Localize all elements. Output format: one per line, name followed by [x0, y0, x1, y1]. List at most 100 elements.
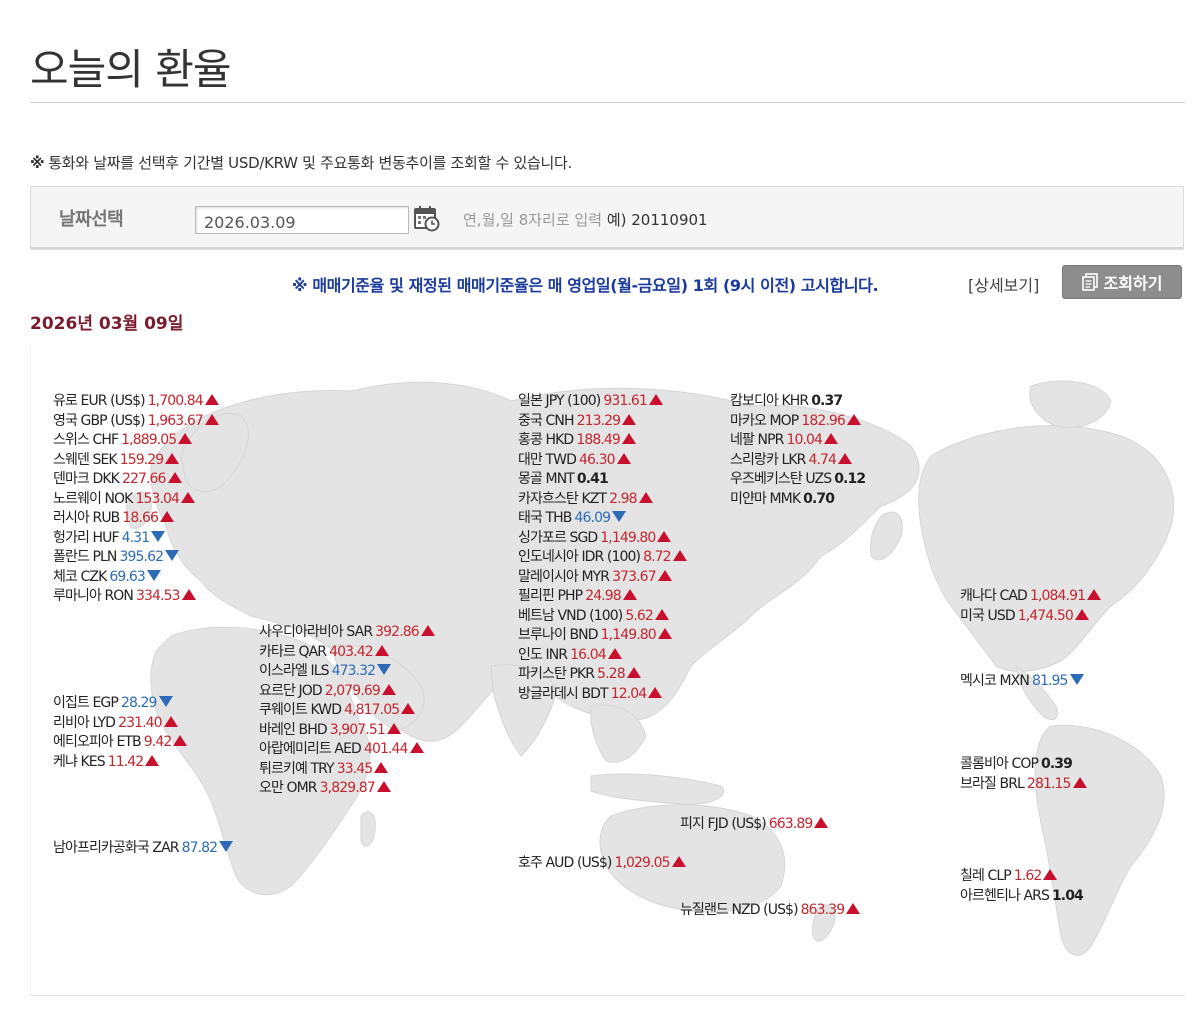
rate-item[interactable]: 인도 INR 16.04 — [518, 646, 687, 666]
rate-item[interactable]: 일본 JPY (100) 931.61 — [518, 392, 687, 412]
rate-item[interactable]: 튀르키예 TRY 33.45 — [259, 760, 435, 780]
rate-item[interactable]: 네팔 NPR 10.04 — [730, 431, 865, 451]
rate-value: 33.45 — [336, 760, 373, 777]
rate-item[interactable]: 쿠웨이트 KWD 4,817.05 — [259, 701, 435, 721]
rate-value: 227.66 — [121, 471, 166, 487]
rate-item[interactable]: 노르웨이 NOK 153.04 — [53, 490, 219, 510]
search-button[interactable]: 조회하기 — [1062, 265, 1182, 299]
currency-label: 노르웨이 NOK — [53, 490, 133, 507]
down-arrow-icon — [219, 841, 234, 852]
rate-item[interactable]: 러시아 RUB 18.66 — [53, 509, 219, 529]
rate-item[interactable]: 베트남 VND (100) 5.62 — [518, 607, 687, 627]
rate-group-asia-1: 일본 JPY (100) 931.61 중국 CNH 213.29 홍콩 HKD 188.… — [518, 392, 687, 704]
rate-value: 1.04 — [1051, 887, 1084, 904]
up-arrow-icon — [376, 781, 391, 792]
rate-item[interactable]: 스리랑카 LKR 4.74 — [730, 451, 865, 471]
rate-value: 24.98 — [585, 588, 621, 604]
rate-item[interactable]: 마카오 MOP 182.96 — [730, 412, 865, 432]
currency-label: 영국 GBP (US$) — [53, 412, 146, 429]
rate-value: 395.62 — [119, 549, 164, 565]
currency-label: 필리핀 PHP — [518, 588, 583, 604]
rate-item[interactable]: 이스라엘 ILS 473.32 — [259, 662, 435, 682]
rate-item[interactable]: 우즈베키스탄 UZS 0.12 — [730, 470, 866, 490]
rate-value: 1,963.67 — [147, 412, 204, 429]
currency-label: 인도 INR — [518, 646, 568, 663]
rate-item[interactable]: 에티오피아 ETB 9.42 — [53, 733, 188, 753]
rate-item[interactable]: 케냐 KES 11.42 — [53, 753, 187, 773]
rate-item[interactable]: 아랍에미리트 AED 401.44 — [259, 740, 435, 760]
detail-link[interactable]: [상세보기] — [968, 272, 1039, 296]
rate-group-australia: 호주 AUD (US$) 1,029.05 — [518, 854, 686, 874]
rate-value: 0.39 — [1041, 756, 1073, 772]
rate-item[interactable]: 바레인 BHD 3,907.51 — [259, 721, 435, 741]
currency-label: 우즈베키스탄 UZS — [730, 471, 832, 487]
up-arrow-icon — [814, 817, 829, 828]
page-title: 오늘의 환율 — [30, 45, 232, 94]
rate-item[interactable]: 카자흐스탄 KZT 2.98 — [518, 490, 687, 510]
rate-item[interactable]: 리비아 LYD 231.40 — [53, 714, 187, 734]
rate-value: 8.72 — [643, 549, 671, 565]
rate-item[interactable]: 카타르 QAR 403.42 — [259, 643, 435, 663]
up-arrow-icon — [621, 433, 636, 444]
rate-item[interactable]: 남아프리카공화국 ZAR 87.82 — [53, 839, 234, 859]
rate-value: 213.29 — [576, 412, 621, 429]
currency-label: 유로 EUR (US$) — [53, 393, 146, 409]
north-america-shape — [918, 425, 1175, 672]
rate-item[interactable]: 아르헨티나 ARS 1.04 — [960, 887, 1084, 907]
rate-item[interactable]: 덴마크 DKK 227.66 — [53, 470, 219, 490]
greenland-shape — [1029, 380, 1112, 428]
rate-item[interactable]: 캄보디아 KHR 0.37 — [730, 392, 865, 412]
rate-item[interactable]: 피지 FJD (US$) 663.89 — [680, 815, 829, 835]
rate-item[interactable]: 호주 AUD (US$) 1,029.05 — [518, 854, 686, 874]
rate-item[interactable]: 오만 OMR 3,829.87 — [259, 779, 435, 799]
rate-value: 1,474.50 — [1017, 607, 1074, 624]
currency-label: 홍콩 HKD — [518, 432, 574, 448]
rate-item[interactable]: 사우디아라비아 SAR 392.86 — [259, 623, 435, 643]
rate-item[interactable]: 영국 GBP (US$) 1,963.67 — [53, 412, 219, 432]
rate-item[interactable]: 필리핀 PHP 24.98 — [518, 587, 687, 607]
date-heading: 2026년 03월 09일 — [30, 314, 184, 334]
rate-item[interactable]: 칠레 CLP 1.62 — [960, 867, 1083, 887]
rate-item[interactable]: 태국 THB 46.09 — [518, 509, 687, 529]
rate-item[interactable]: 중국 CNH 213.29 — [518, 412, 687, 432]
up-arrow-icon — [204, 413, 219, 425]
rate-item[interactable]: 방글라데시 BDT 12.04 — [518, 685, 687, 705]
rate-item[interactable]: 홍콩 HKD 188.49 — [518, 431, 687, 451]
rate-item[interactable]: 루마니아 RON 334.53 — [53, 587, 219, 607]
down-arrow-icon — [158, 696, 173, 707]
rate-item[interactable]: 유로 EUR (US$) 1,700.84 — [53, 392, 219, 412]
world-map: 유로 EUR (US$) 1,700.84 영국 GBP (US$) 1,963.67… — [30, 346, 1185, 996]
rate-item[interactable]: 싱가포르 SGD 1,149.80 — [518, 529, 687, 549]
rate-group-north-america: 캐나다 CAD 1,084.91 미국 USD 1,474.50 — [960, 587, 1102, 627]
rate-item[interactable]: 이집트 EGP 28.29 — [53, 694, 187, 714]
rate-item[interactable]: 브라질 BRL 281.15 — [960, 775, 1087, 795]
rate-value: 87.82 — [181, 840, 218, 856]
rate-item[interactable]: 스웨덴 SEK 159.29 — [53, 451, 219, 471]
rate-item[interactable]: 미국 USD 1,474.50 — [960, 607, 1101, 627]
date-example: 예) 20110901 — [606, 211, 708, 229]
rate-item[interactable]: 요르단 JOD 2,079.69 — [259, 682, 435, 702]
notice-body: 통화와 날짜를 선택후 기간별 USD/KRW 및 주요통화 변동추이를 조회할… — [48, 154, 572, 172]
rate-item[interactable]: 체코 CZK 69.63 — [53, 568, 219, 588]
rate-item[interactable]: 말레이시아 MYR 373.67 — [518, 568, 687, 588]
currency-label: 리비아 LYD — [53, 714, 116, 731]
rate-item[interactable]: 폴란드 PLN 395.62 — [53, 548, 219, 568]
rate-item[interactable]: 뉴질랜드 NZD (US$) 863.39 — [680, 901, 861, 921]
rate-item[interactable]: 멕시코 MXN 81.95 — [960, 672, 1084, 692]
calendar-icon[interactable] — [413, 204, 441, 232]
rate-item[interactable]: 파키스탄 PKR 5.28 — [518, 665, 687, 685]
up-arrow-icon — [1043, 869, 1058, 880]
rate-value: 182.96 — [801, 412, 845, 429]
date-input[interactable] — [195, 206, 409, 234]
rate-item[interactable]: 몽골 MNT 0.41 — [518, 470, 687, 490]
rate-group-africa: 이집트 EGP 28.29 리비아 LYD 231.40 에티오피아 ETB 9.42 케냐… — [53, 694, 188, 773]
madagascar-shape — [360, 811, 376, 847]
rate-item[interactable]: 미얀마 MMK 0.70 — [730, 490, 865, 510]
rate-item[interactable]: 스위스 CHF 1,889.05 — [53, 431, 219, 451]
rate-item[interactable]: 콜롬비아 COP 0.39 — [960, 755, 1087, 775]
rate-item[interactable]: 캐나다 CAD 1,084.91 — [960, 587, 1102, 607]
rate-item[interactable]: 브루나이 BND 1,149.80 — [518, 626, 687, 646]
rate-item[interactable]: 헝가리 HUF 4.31 — [53, 529, 219, 549]
rate-item[interactable]: 대만 TWD 46.30 — [518, 451, 687, 471]
rate-item[interactable]: 인도네시아 IDR (100) 8.72 — [518, 548, 687, 568]
